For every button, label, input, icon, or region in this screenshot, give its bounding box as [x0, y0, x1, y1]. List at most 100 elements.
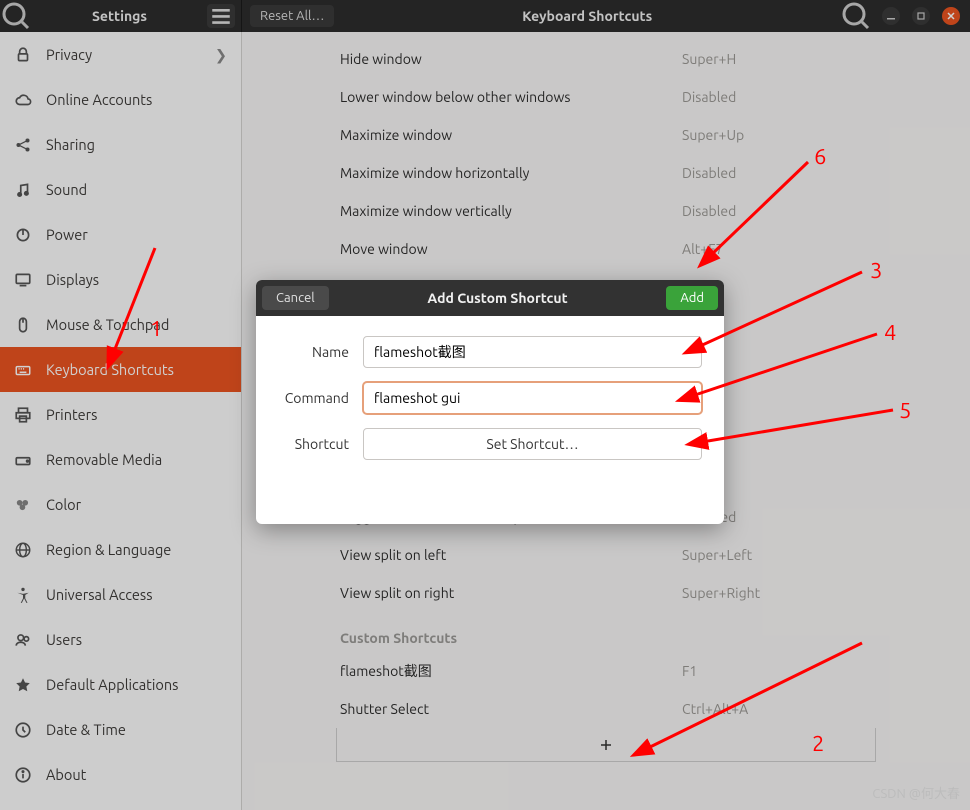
shortcut-label: View split on right — [340, 585, 682, 601]
set-shortcut-button[interactable]: Set Shortcut… — [363, 428, 702, 460]
sidebar-item-label: Online Accounts — [46, 91, 152, 108]
mouse-icon — [14, 316, 32, 334]
shortcut-label: Shortcut — [278, 436, 363, 452]
power-icon — [14, 226, 32, 244]
custom-shortcuts-header: Custom Shortcuts — [336, 612, 876, 652]
sidebar-item-removable-media[interactable]: Removable Media — [0, 437, 241, 482]
shortcut-label: flameshot截图 — [340, 661, 682, 681]
printer-icon — [14, 406, 32, 424]
shortcut-label: Maximize window — [340, 127, 682, 143]
sidebar-item-label: Printers — [46, 406, 97, 423]
shortcut-value: Super+Up — [682, 127, 872, 143]
sidebar-item-displays[interactable]: Displays — [0, 257, 241, 302]
shortcut-row[interactable]: View split on rightSuper+Right — [336, 574, 876, 612]
dialog-header: Cancel Add Custom Shortcut Add — [256, 280, 724, 316]
shortcut-value: Super+Left — [682, 547, 872, 563]
shortcut-value: Alt+F7 — [682, 241, 872, 257]
shortcut-value: Disabled — [682, 89, 872, 105]
shortcut-label: Maximize window vertically — [340, 203, 682, 219]
sidebar-item-label: Default Applications — [46, 676, 178, 693]
sidebar-item-label: Removable Media — [46, 451, 162, 468]
accessibility-icon — [14, 586, 32, 604]
sidebar-item-label: Mouse & Touchpad — [46, 316, 169, 333]
command-input[interactable] — [363, 382, 702, 414]
sidebar-item-sound[interactable]: Sound — [0, 167, 241, 212]
sidebar-item-mouse-touchpad[interactable]: Mouse & Touchpad — [0, 302, 241, 347]
shortcut-row[interactable]: Maximize window horizontallyDisabled — [336, 154, 876, 192]
shortcut-value: Super+H — [682, 51, 872, 67]
shortcut-label: Hide window — [340, 51, 682, 67]
cloud-icon — [14, 91, 32, 109]
shortcut-value: Disabled — [682, 203, 872, 219]
shortcut-row[interactable]: Maximize windowSuper+Up — [336, 116, 876, 154]
custom-shortcut-row[interactable]: Shutter SelectCtrl+Alt+A — [336, 690, 876, 728]
sidebar-item-label: Date & Time — [46, 721, 126, 738]
shortcut-row[interactable]: Maximize window verticallyDisabled — [336, 192, 876, 230]
sidebar-item-label: Color — [46, 496, 81, 513]
name-label: Name — [278, 344, 363, 360]
shortcut-row[interactable]: View split on leftSuper+Left — [336, 536, 876, 574]
sidebar-item-privacy[interactable]: Privacy❯ — [0, 32, 241, 77]
maximize-button[interactable] — [912, 7, 930, 25]
shortcut-label: Lower window below other windows — [340, 89, 682, 105]
add-shortcut-button[interactable] — [336, 728, 876, 762]
minimize-button[interactable] — [882, 7, 900, 25]
add-button[interactable]: Add — [666, 286, 718, 310]
hamburger-menu-button[interactable] — [207, 4, 235, 28]
name-input[interactable] — [363, 336, 702, 368]
shortcut-label: Shutter Select — [340, 701, 682, 717]
sidebar-item-label: About — [46, 766, 86, 783]
sidebar-item-date-time[interactable]: Date & Time — [0, 707, 241, 752]
sidebar-item-label: Privacy — [46, 46, 92, 63]
shortcut-value: Ctrl+Alt+A — [682, 701, 872, 717]
shortcut-label: View split on left — [340, 547, 682, 563]
shortcut-row[interactable]: Lower window below other windowsDisabled — [336, 78, 876, 116]
shortcut-value: F1 — [682, 663, 872, 679]
color-icon — [14, 496, 32, 514]
sidebar-item-label: Sound — [46, 181, 87, 198]
dialog-body: Name Command Shortcut Set Shortcut… — [256, 316, 724, 524]
shortcut-label: Maximize window horizontally — [340, 165, 682, 181]
users-icon — [14, 631, 32, 649]
settings-title: Settings — [32, 8, 207, 24]
sidebar-item-label: Sharing — [46, 136, 95, 153]
lock-icon — [14, 46, 32, 64]
sidebar-item-keyboard-shortcuts[interactable]: Keyboard Shortcuts — [0, 347, 241, 392]
watermark: CSDN @何大春 — [872, 783, 960, 802]
search-button-right[interactable] — [840, 0, 872, 32]
shortcut-row[interactable]: Hide windowSuper+H — [336, 40, 876, 78]
sidebar-item-region-language[interactable]: Region & Language — [0, 527, 241, 572]
disk-icon — [14, 451, 32, 469]
sidebar-item-universal-access[interactable]: Universal Access — [0, 572, 241, 617]
sidebar-item-label: Region & Language — [46, 541, 171, 558]
sidebar-item-sharing[interactable]: Sharing — [0, 122, 241, 167]
keyboard-icon — [14, 361, 32, 379]
sidebar-item-default-applications[interactable]: Default Applications — [0, 662, 241, 707]
shortcut-label: Move window — [340, 241, 682, 257]
custom-shortcut-row[interactable]: flameshot截图F1 — [336, 652, 876, 690]
sidebar-item-about[interactable]: About — [0, 752, 241, 797]
shortcut-row[interactable]: Move windowAlt+F7 — [336, 230, 876, 268]
shortcut-row[interactable]: Close windowAlt+F4 — [336, 32, 876, 40]
share-icon — [14, 136, 32, 154]
info-icon — [14, 766, 32, 784]
sidebar-item-label: Keyboard Shortcuts — [46, 361, 174, 378]
display-icon — [14, 271, 32, 289]
sidebar-item-users[interactable]: Users — [0, 617, 241, 662]
globe-icon — [14, 541, 32, 559]
add-custom-shortcut-dialog: Cancel Add Custom Shortcut Add Name Comm… — [256, 280, 724, 524]
cancel-button[interactable]: Cancel — [262, 286, 329, 310]
window-controls — [882, 7, 960, 25]
sidebar-item-online-accounts[interactable]: Online Accounts — [0, 77, 241, 122]
search-button-left[interactable] — [0, 0, 32, 32]
star-icon — [14, 676, 32, 694]
sidebar-item-printers[interactable]: Printers — [0, 392, 241, 437]
sidebar-item-label: Displays — [46, 271, 99, 288]
sidebar-item-label: Universal Access — [46, 586, 153, 603]
sidebar-item-power[interactable]: Power — [0, 212, 241, 257]
sidebar-item-color[interactable]: Color — [0, 482, 241, 527]
reset-all-button[interactable]: Reset All… — [250, 5, 334, 27]
settings-sidebar: Privacy❯ Online Accounts Sharing Sound Power… — [0, 32, 242, 810]
close-button[interactable] — [942, 7, 960, 25]
sidebar-item-label: Power — [46, 226, 88, 243]
